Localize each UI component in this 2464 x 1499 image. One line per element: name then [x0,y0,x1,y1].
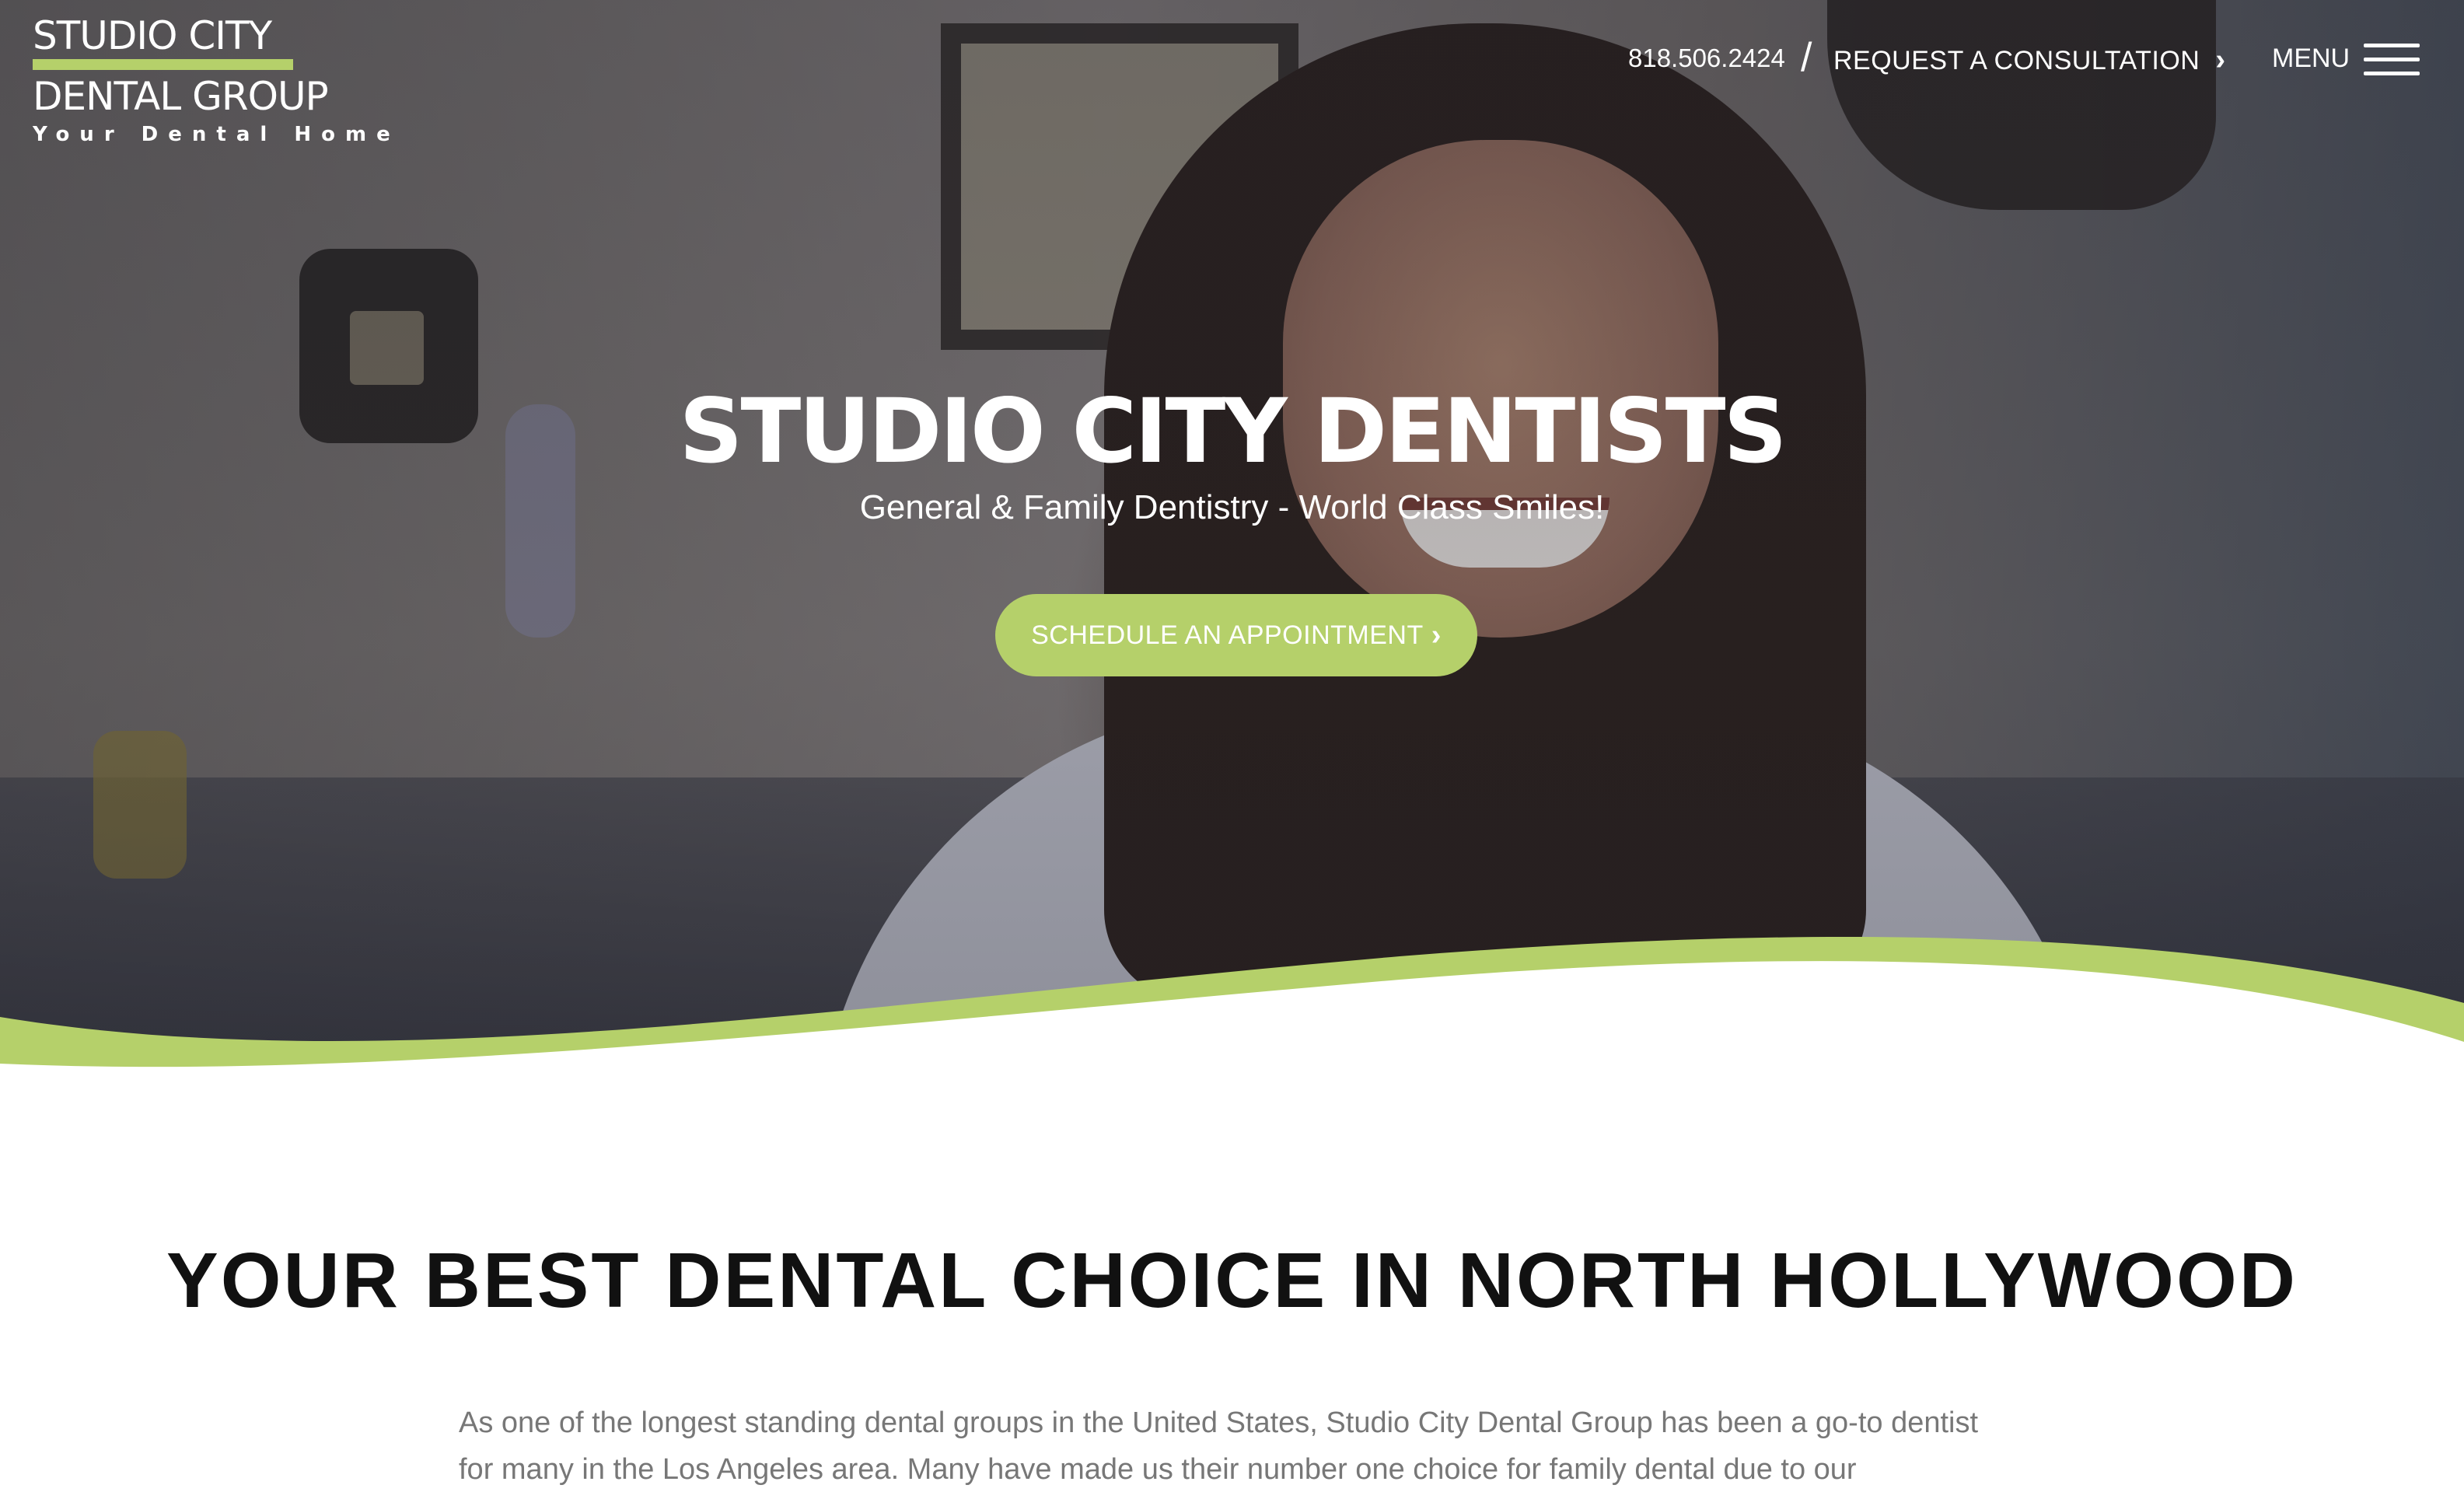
section-body-text: As one of the longest standing dental gr… [459,1406,1979,1486]
phone-link[interactable]: 818.506.2424 [1628,44,1785,73]
hero-section [0,0,2464,1073]
logo-line2: DENTAL GROUP [33,74,329,119]
hero-title: STUDIO CITY DENTISTS [679,379,1787,483]
nav-separator: / [1801,35,1812,80]
site-logo[interactable]: STUDIO CITY DENTAL GROUP Your Dental Hom… [33,14,400,146]
logo-line1: STUDIO CITY [33,13,272,58]
hero-subtitle: General & Family Dentistry - World Class… [859,488,1605,526]
chevron-right-icon: › [1431,618,1442,652]
request-consultation-link[interactable]: REQUEST A CONSULTATION › [1833,44,2225,77]
schedule-appointment-button[interactable]: SCHEDULE AN APPOINTMENT › [995,594,1477,676]
menu-label[interactable]: MENU [2272,44,2350,74]
hero-wave-divider [0,937,2464,1096]
hero-overlay [0,0,2464,1073]
section-heading: YOUR BEST DENTAL CHOICE IN NORTH HOLLYWO… [166,1237,2298,1324]
schedule-appointment-label: SCHEDULE AN APPOINTMENT [1031,620,1424,650]
chevron-right-icon: › [2215,44,2226,76]
logo-accent-bar [33,59,293,70]
request-consultation-label: REQUEST A CONSULTATION [1833,46,2200,75]
logo-tagline: Your Dental Home [33,123,400,146]
hamburger-icon[interactable] [2364,44,2420,76]
